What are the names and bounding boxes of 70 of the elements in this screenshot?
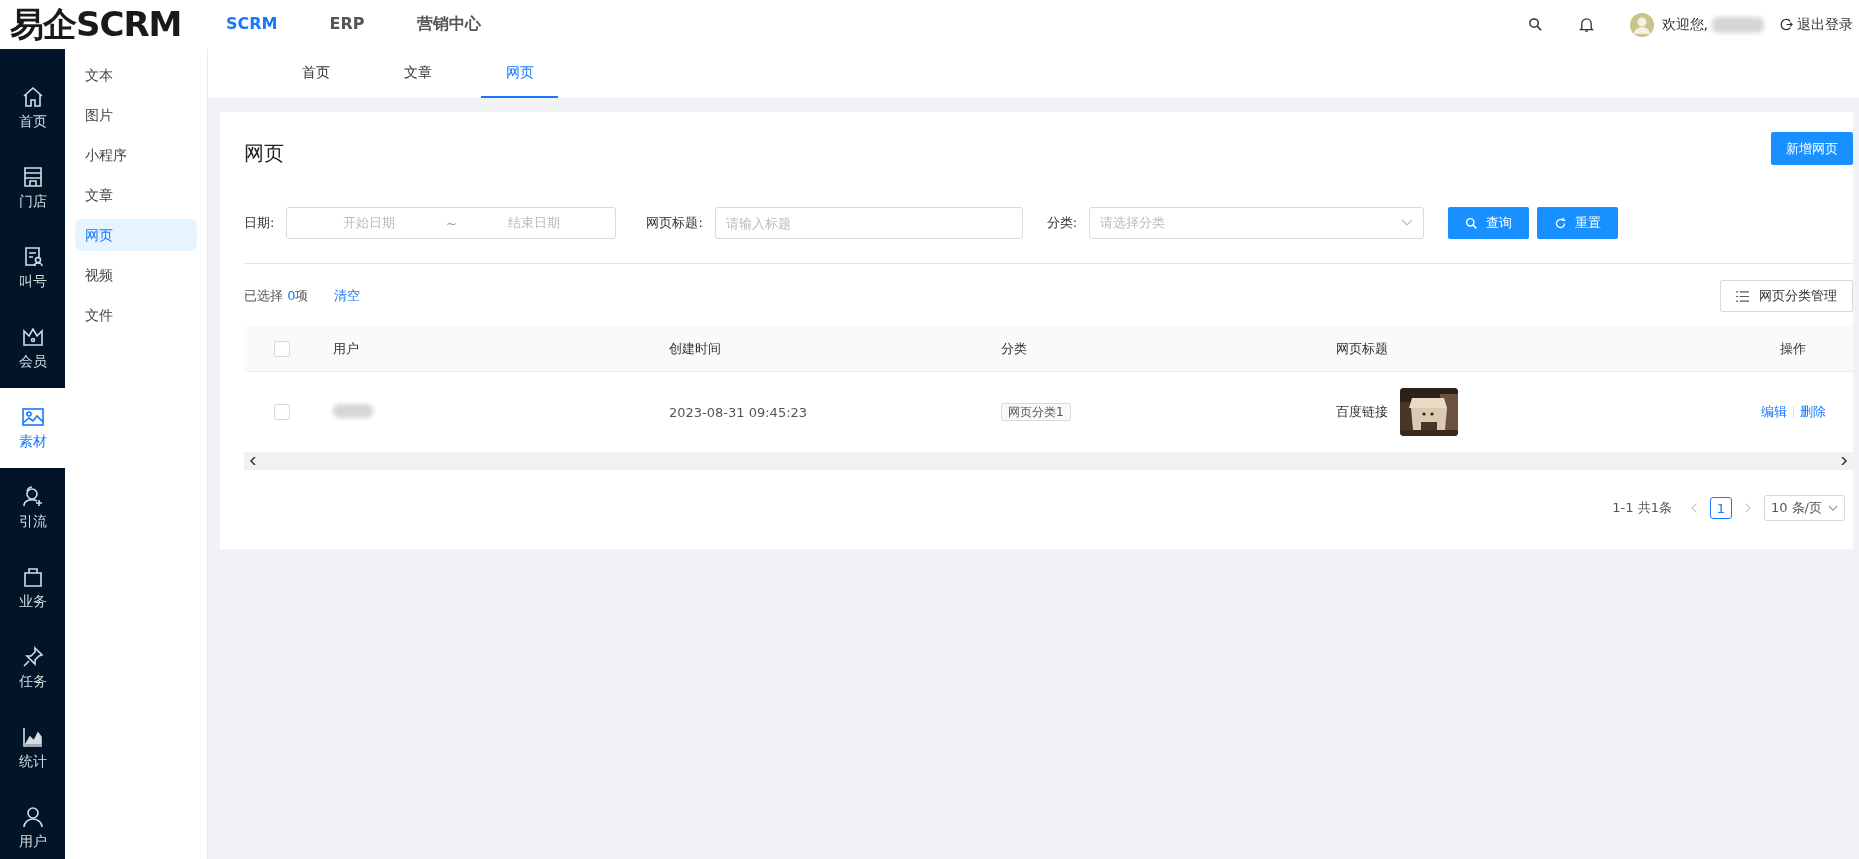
sub-nav-item[interactable]: 视频 xyxy=(75,259,197,291)
greeting-text: 欢迎您, xyxy=(1661,15,1708,34)
column-header: 用户 xyxy=(332,339,360,358)
title-label: 网页标题: xyxy=(646,214,703,232)
category-manage-button[interactable]: 网页分类管理 xyxy=(1720,280,1853,312)
sub-nav-item[interactable]: 网页 xyxy=(75,219,197,251)
column-header: 创建时间 xyxy=(668,339,722,358)
bell-icon[interactable] xyxy=(1578,16,1594,33)
app-logo: 易企SCRM xyxy=(10,2,183,46)
top-nav-tab[interactable]: SCRM xyxy=(226,14,278,35)
side-nav-item[interactable]: 用户 xyxy=(0,788,65,859)
action-link[interactable]: 编辑 xyxy=(1760,403,1787,421)
scroll-left-icon[interactable] xyxy=(249,457,257,465)
page-number[interactable]: 1 xyxy=(1709,497,1732,519)
page-tab[interactable]: 首页 xyxy=(277,49,354,98)
column-header: 网页标题 xyxy=(1335,339,1389,358)
side-nav-item[interactable]: 任务 xyxy=(0,628,65,708)
column-header: 操作 xyxy=(1779,339,1807,358)
row-checkbox[interactable] xyxy=(274,404,290,420)
search-icon[interactable] xyxy=(1527,17,1543,32)
logout-link[interactable]: 退出登录 xyxy=(1780,15,1853,34)
pagination-summary: 1-1 共1条 xyxy=(1612,499,1672,517)
sub-nav-item[interactable]: 小程序 xyxy=(75,139,197,171)
sub-nav-item[interactable]: 文件 xyxy=(75,299,197,331)
table-cell-text: 2023-08-31 09:45:23 xyxy=(668,404,809,420)
side-nav-item[interactable]: 引流 xyxy=(0,468,65,548)
title-text: 百度链接 xyxy=(1336,403,1388,421)
side-nav-item[interactable]: 门店 xyxy=(0,148,65,228)
side-nav-item[interactable]: 业务 xyxy=(0,548,65,628)
crown-icon xyxy=(20,325,45,349)
list-icon xyxy=(1736,290,1749,302)
search-icon xyxy=(1465,216,1479,230)
chevron-down-icon xyxy=(1401,219,1414,227)
page-tab[interactable]: 文章 xyxy=(379,49,456,98)
clear-link[interactable]: 清空 xyxy=(334,287,361,305)
column-header: 分类 xyxy=(1000,339,1028,358)
avatar-icon[interactable] xyxy=(1629,12,1654,37)
page-tab[interactable]: 网页 xyxy=(481,49,558,98)
action-link[interactable]: 删除 xyxy=(1799,403,1826,421)
refresh-icon xyxy=(1554,216,1568,230)
category-tag: 网页分类1 xyxy=(1001,402,1071,421)
side-nav-item[interactable]: 统计 xyxy=(0,708,65,788)
side-nav-item[interactable]: 首页 xyxy=(0,68,65,148)
date-label: 日期: xyxy=(244,214,275,232)
sub-nav-item[interactable]: 文本 xyxy=(75,59,197,91)
chart-icon xyxy=(20,725,45,749)
select-all-checkbox[interactable] xyxy=(274,340,290,357)
top-nav-tab[interactable]: ERP xyxy=(329,14,365,35)
image-icon xyxy=(20,405,45,429)
redacted-user xyxy=(333,403,373,418)
horizontal-scrollbar[interactable] xyxy=(244,452,1853,470)
sub-nav-item[interactable]: 文章 xyxy=(75,179,197,211)
side-nav-item[interactable]: 素材 xyxy=(0,388,65,468)
page-title: 网页 xyxy=(244,140,284,167)
side-nav-item[interactable]: 会员 xyxy=(0,308,65,388)
sub-nav-item[interactable]: 图片 xyxy=(75,99,197,131)
chevron-down-icon xyxy=(1828,504,1838,512)
user-plus-icon xyxy=(20,485,45,509)
next-page-icon[interactable] xyxy=(1743,503,1752,513)
redacted-name xyxy=(1712,16,1764,33)
scroll-right-icon[interactable] xyxy=(1840,457,1848,465)
top-nav-tab[interactable]: 营销中心 xyxy=(416,14,481,35)
side-nav-item[interactable]: 叫号 xyxy=(0,228,65,308)
category-label: 分类: xyxy=(1046,214,1078,232)
page-size-select[interactable]: 10 条/页 xyxy=(1763,495,1845,521)
selection-count: 已选择 0项 xyxy=(244,287,309,305)
logout-icon xyxy=(1780,18,1793,31)
prev-page-icon[interactable] xyxy=(1689,503,1698,513)
person-icon xyxy=(20,805,45,829)
title-input[interactable]: 请输入标题 xyxy=(714,207,1023,239)
